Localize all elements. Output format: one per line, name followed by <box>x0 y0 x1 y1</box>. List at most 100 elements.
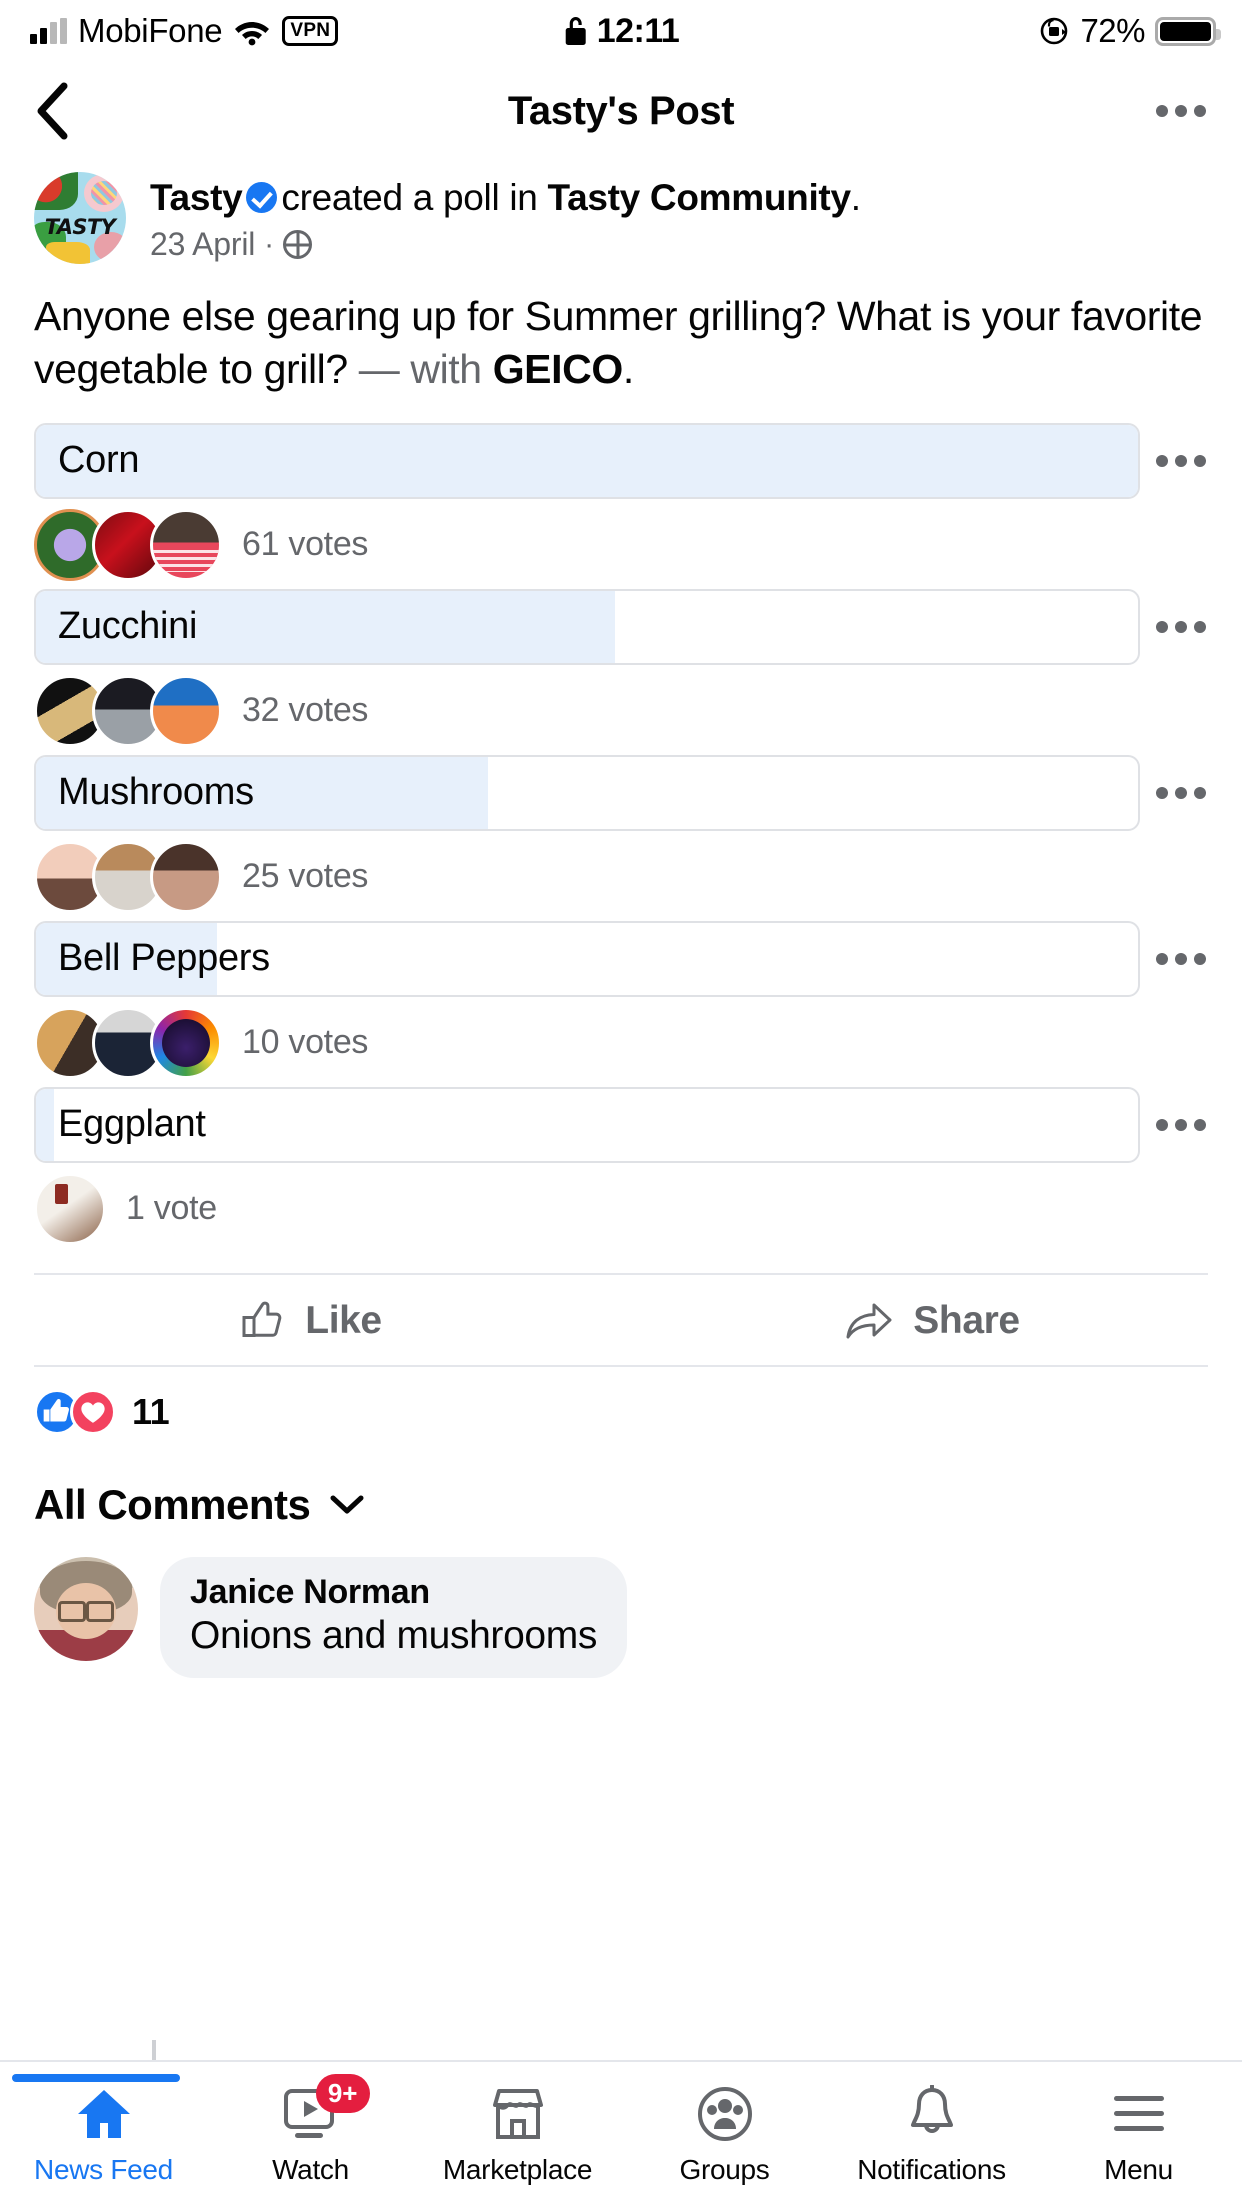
poll-votes-count[interactable]: 25 votes <box>242 857 368 896</box>
like-button-label: Like <box>305 1298 382 1342</box>
post-author-text: Tasty created a poll in Tasty Community. … <box>150 172 861 264</box>
poll-option: Eggplant 1 vote <box>0 1086 1242 1245</box>
poll-option: Bell Peppers 10 votes <box>0 920 1242 1079</box>
poll-option-label: Mushrooms <box>58 771 254 814</box>
poll-option-row: Bell Peppers <box>0 920 1242 997</box>
poll-option-bar[interactable]: Zucchini <box>34 588 1140 665</box>
rotation-lock-icon <box>1041 17 1068 45</box>
poll-votes-count[interactable]: 61 votes <box>242 525 368 564</box>
verified-badge-icon <box>246 182 278 213</box>
voter-facepile[interactable] <box>34 508 222 581</box>
voter-facepile[interactable] <box>34 1006 222 1079</box>
poll-option-row: Mushrooms <box>0 754 1242 831</box>
voter-facepile[interactable] <box>34 840 222 913</box>
groups-icon <box>695 2084 755 2144</box>
poll-option-more-icon[interactable] <box>1154 454 1208 467</box>
bottom-tab-bar: News Feed 9+ Watch Marketplace Groups No… <box>0 2060 1242 2208</box>
share-button-label: Share <box>913 1298 1020 1342</box>
headline-period: . <box>850 177 861 218</box>
thumbs-up-outline-icon <box>242 1301 282 1337</box>
tab-groups[interactable]: Groups <box>621 2084 828 2186</box>
comment-bubble[interactable]: Janice Norman Onions and mushrooms <box>160 1556 628 1678</box>
love-reaction-icon <box>70 1388 116 1435</box>
voter-avatar <box>150 1006 222 1079</box>
share-arrow-icon <box>846 1303 892 1339</box>
poll-votes-row: 25 votes <box>0 831 1242 913</box>
share-button[interactable]: Share <box>621 1297 1242 1345</box>
poll-option-label: Zucchini <box>58 605 198 648</box>
chevron-down-icon <box>330 1495 364 1514</box>
active-tab-indicator <box>12 2074 180 2082</box>
battery-icon <box>1155 16 1221 46</box>
group-name[interactable]: Tasty Community <box>548 177 852 218</box>
tab-watch[interactable]: 9+ Watch <box>207 2074 414 2186</box>
poll-option-label: Corn <box>58 439 140 482</box>
poll-option-bar[interactable]: Mushrooms <box>34 754 1140 831</box>
reaction-count: 11 <box>132 1390 170 1432</box>
voter-avatar <box>34 1172 106 1245</box>
author-name[interactable]: Tasty <box>150 177 243 218</box>
bell-icon <box>905 2084 959 2144</box>
poll-option: Zucchini 32 votes <box>0 588 1242 747</box>
post-author-row: TASTY Tasty created a poll in Tasty Commu… <box>0 160 1242 264</box>
tab-label: Watch <box>272 2154 349 2185</box>
tab-marketplace[interactable]: Marketplace <box>414 2084 621 2186</box>
voter-avatar <box>150 674 222 747</box>
comment-author-name[interactable]: Janice Norman <box>190 1573 597 1612</box>
page-title: Tasty's Post <box>507 88 735 133</box>
poll-option: Mushrooms 25 votes <box>0 754 1242 913</box>
hamburger-menu-icon <box>1110 2084 1168 2144</box>
poll-option-more-icon[interactable] <box>1154 952 1208 965</box>
poll-option-bar[interactable]: Bell Peppers <box>34 920 1140 997</box>
post-actions-bar: Like Share <box>0 1275 1242 1365</box>
poll-option: Corn 61 votes <box>0 422 1242 581</box>
status-bar-center: 12:11 <box>563 12 680 51</box>
poll-votes-row: 61 votes <box>0 499 1242 581</box>
more-options-icon[interactable] <box>1156 105 1206 117</box>
avatar[interactable]: TASTY <box>34 172 126 264</box>
post-sponsor-name[interactable]: GEICO <box>493 346 624 392</box>
poll-option-label: Bell Peppers <box>58 937 270 980</box>
poll-votes-count[interactable]: 10 votes <box>242 1023 368 1062</box>
voter-avatar <box>150 508 222 581</box>
post-body-text: Anyone else gearing up for Summer grilli… <box>0 264 1242 397</box>
poll-option-row: Zucchini <box>0 588 1242 665</box>
lock-icon <box>565 17 586 45</box>
tab-menu[interactable]: Menu <box>1035 2084 1242 2186</box>
comments-filter-label: All Comments <box>34 1480 311 1528</box>
tab-label: Notifications <box>857 2154 1006 2185</box>
avatar[interactable] <box>34 1556 138 1661</box>
post-date[interactable]: 23 April <box>150 226 255 263</box>
marketplace-icon <box>489 2084 547 2144</box>
poll-votes-row: 10 votes <box>0 997 1242 1079</box>
nav-bar: Tasty's Post <box>0 62 1242 160</box>
poll-option-fill <box>36 424 1138 497</box>
home-icon <box>74 2084 134 2144</box>
voter-facepile[interactable] <box>34 674 222 747</box>
status-bar-right: 72% <box>1038 12 1221 50</box>
voter-facepile[interactable] <box>34 1172 106 1245</box>
poll-option-bar[interactable]: Corn <box>34 422 1140 499</box>
poll-option-label: Eggplant <box>58 1103 206 1146</box>
signal-bars-icon <box>30 18 67 44</box>
post-body-with: — with <box>358 346 482 393</box>
voter-avatar <box>150 840 222 913</box>
watch-badge: 9+ <box>315 2074 370 2113</box>
post-body-period: . <box>622 346 634 393</box>
post-meta-row: 23 April · <box>150 226 861 263</box>
carrier-label: MobiFone <box>78 12 223 49</box>
poll-option-more-icon[interactable] <box>1154 1118 1208 1131</box>
tab-news-feed[interactable]: News Feed <box>0 2074 207 2186</box>
like-button[interactable]: Like <box>0 1297 621 1345</box>
poll-option-more-icon[interactable] <box>1154 786 1208 799</box>
tab-label: Marketplace <box>442 2154 593 2185</box>
comments-header[interactable]: All Comments <box>0 1435 1242 1529</box>
poll-option-bar[interactable]: Eggplant <box>34 1086 1140 1163</box>
poll-votes-count[interactable]: 32 votes <box>242 691 368 730</box>
reaction-summary[interactable]: 11 <box>0 1367 1242 1435</box>
poll-votes-count[interactable]: 1 vote <box>126 1189 217 1228</box>
poll-option-more-icon[interactable] <box>1154 620 1208 633</box>
poll: Corn 61 votes Zucchini 32 votes Mushroom… <box>0 397 1242 1245</box>
author-headline: Tasty created a poll in Tasty Community. <box>150 175 861 220</box>
tab-notifications[interactable]: Notifications <box>828 2084 1035 2186</box>
